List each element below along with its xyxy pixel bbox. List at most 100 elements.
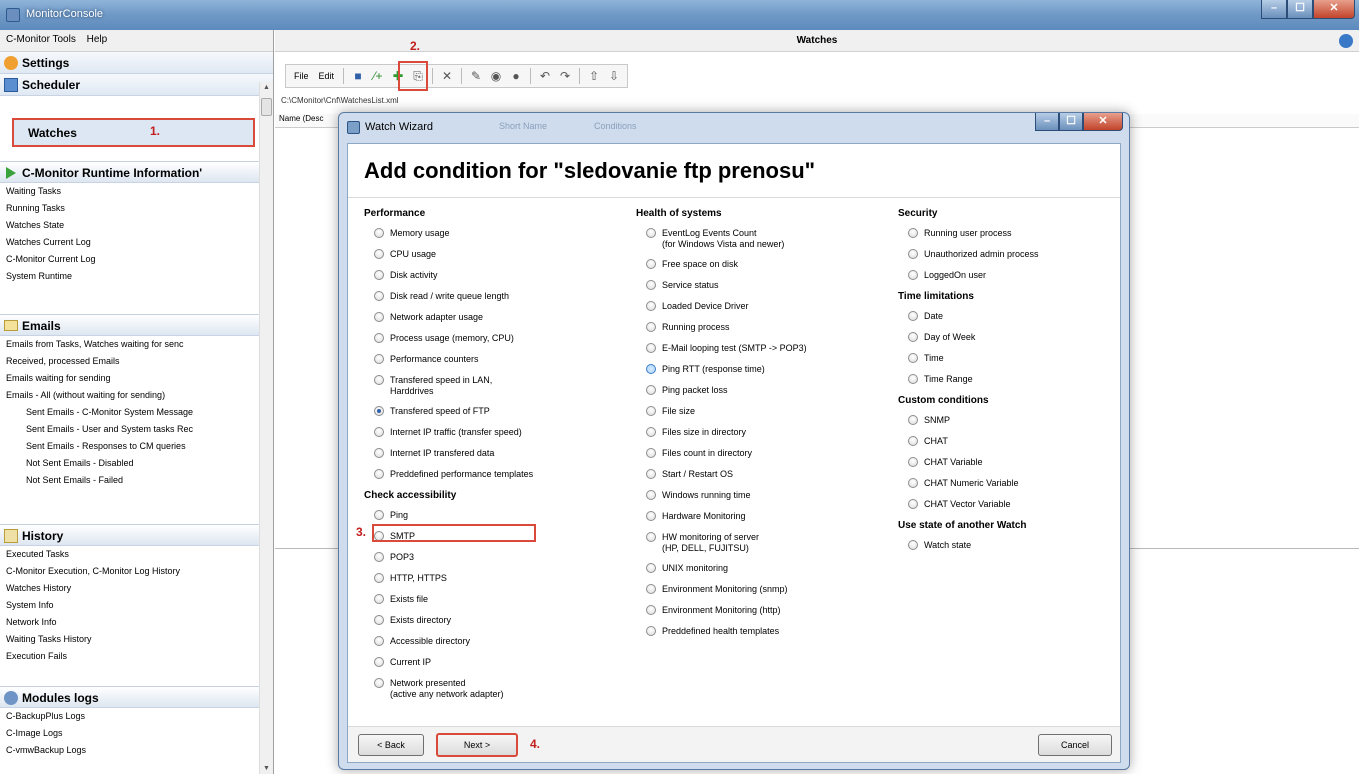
option-unauthorized-admin-process[interactable]: Unauthorized admin process: [898, 249, 1118, 261]
nav-watches-current-log[interactable]: Watches Current Log: [0, 234, 262, 251]
option-e-mail-looping-test-smtp-pop3[interactable]: E-Mail looping test (SMTP -> POP3): [636, 343, 886, 355]
option-environment-monitoring-snmp[interactable]: Environment Monitoring (snmp): [636, 584, 886, 596]
nav-network-info[interactable]: Network Info: [0, 614, 262, 631]
option-pop3[interactable]: POP3: [364, 552, 634, 564]
radio-button[interactable]: [908, 374, 918, 384]
option-time[interactable]: Time: [898, 353, 1118, 365]
radio-button[interactable]: [646, 448, 656, 458]
radio-button[interactable]: [374, 270, 384, 280]
radio-button[interactable]: [374, 249, 384, 259]
scroll-down-icon[interactable]: ▼: [263, 765, 270, 772]
option-snmp[interactable]: SNMP: [898, 415, 1118, 427]
radio-button[interactable]: [374, 636, 384, 646]
nav-system-runtime[interactable]: System Runtime: [0, 268, 262, 285]
nav-watches[interactable]: Watches: [12, 118, 255, 147]
nav-watches-state[interactable]: Watches State: [0, 217, 262, 234]
radio-button[interactable]: [908, 457, 918, 467]
add-watch-wizard-icon[interactable]: ⁄+: [369, 67, 387, 85]
modules-header[interactable]: Modules logs: [0, 686, 262, 708]
nav-executed-tasks[interactable]: Executed Tasks: [0, 546, 262, 563]
radio-button[interactable]: [374, 228, 384, 238]
option-date[interactable]: Date: [898, 311, 1118, 323]
radio-button[interactable]: [646, 259, 656, 269]
left-scrollbar[interactable]: ▲ ▼: [259, 82, 273, 774]
option-hardware-monitoring[interactable]: Hardware Monitoring: [636, 511, 886, 523]
option-files-size-in-directory[interactable]: Files size in directory: [636, 427, 886, 439]
option-accessible-directory[interactable]: Accessible directory: [364, 636, 634, 648]
emails-header[interactable]: Emails: [0, 314, 262, 336]
option-unix-monitoring[interactable]: UNIX monitoring: [636, 563, 886, 575]
radio-button[interactable]: [646, 280, 656, 290]
nav-scheduler[interactable]: Scheduler: [0, 74, 273, 96]
radio-button[interactable]: [908, 270, 918, 280]
option-chat[interactable]: CHAT: [898, 436, 1118, 448]
option-environment-monitoring-http[interactable]: Environment Monitoring (http): [636, 605, 886, 617]
save-icon[interactable]: ■: [349, 67, 367, 85]
option-internet-ip-traffic-transfer-speed[interactable]: Internet IP traffic (transfer speed): [364, 427, 634, 439]
radio-button[interactable]: [646, 511, 656, 521]
back-button[interactable]: < Back: [358, 734, 424, 756]
radio-button[interactable]: [374, 469, 384, 479]
option-day-of-week[interactable]: Day of Week: [898, 332, 1118, 344]
radio-button[interactable]: [908, 311, 918, 321]
radio-button[interactable]: [908, 540, 918, 550]
radio-button[interactable]: [646, 228, 656, 238]
option-loggedon-user[interactable]: LoggedOn user: [898, 270, 1118, 282]
option-running-user-process[interactable]: Running user process: [898, 228, 1118, 240]
menu-cmonitor-tools[interactable]: C-Monitor Tools: [6, 34, 76, 45]
radio-button[interactable]: [646, 343, 656, 353]
option-eventlog-events-count[interactable]: EventLog Events Count (for Windows Vista…: [636, 228, 886, 250]
menu-file[interactable]: File: [290, 71, 313, 81]
radio-button[interactable]: [646, 322, 656, 332]
option-cpu-usage[interactable]: CPU usage: [364, 249, 634, 261]
option-exists-directory[interactable]: Exists directory: [364, 615, 634, 627]
nav-sent-user[interactable]: Sent Emails - User and System tasks Rec: [0, 421, 262, 438]
option-chat-variable[interactable]: CHAT Variable: [898, 457, 1118, 469]
nav-cimage-logs[interactable]: C-Image Logs: [0, 725, 262, 742]
dialog-close-button[interactable]: ✕: [1083, 113, 1123, 131]
dialog-maximize-button[interactable]: ☐: [1059, 113, 1083, 131]
option-free-space-on-disk[interactable]: Free space on disk: [636, 259, 886, 271]
nav-not-sent-failed[interactable]: Not Sent Emails - Failed: [0, 472, 262, 489]
move-up-icon[interactable]: ⇧: [585, 67, 603, 85]
radio-button[interactable]: [374, 573, 384, 583]
radio-button[interactable]: [908, 499, 918, 509]
radio-button[interactable]: [908, 332, 918, 342]
radio-button[interactable]: [646, 406, 656, 416]
option-preddefined-health-templates[interactable]: Preddefined health templates: [636, 626, 886, 638]
option-windows-running-time[interactable]: Windows running time: [636, 490, 886, 502]
history-header[interactable]: History: [0, 524, 262, 546]
radio-button[interactable]: [908, 228, 918, 238]
disable-icon[interactable]: ●: [507, 67, 525, 85]
option-performance-counters[interactable]: Performance counters: [364, 354, 634, 366]
radio-button[interactable]: [374, 312, 384, 322]
nav-settings[interactable]: Settings: [0, 52, 273, 74]
option-transfered-speed-in-lan[interactable]: Transfered speed in LAN, Harddrives: [364, 375, 634, 397]
option-files-count-in-directory[interactable]: Files count in directory: [636, 448, 886, 460]
scroll-up-icon[interactable]: ▲: [263, 84, 270, 91]
option-http-https[interactable]: HTTP, HTTPS: [364, 573, 634, 585]
option-internet-ip-transfered-data[interactable]: Internet IP transfered data: [364, 448, 634, 460]
nav-waiting-tasks-history[interactable]: Waiting Tasks History: [0, 631, 262, 648]
radio-button[interactable]: [374, 406, 384, 416]
nav-emails-waiting[interactable]: Emails from Tasks, Watches waiting for s…: [0, 336, 262, 353]
radio-button[interactable]: [374, 615, 384, 625]
undo-icon[interactable]: ↶: [536, 67, 554, 85]
nav-execution-fails[interactable]: Execution Fails: [0, 648, 262, 665]
redo-icon[interactable]: ↷: [556, 67, 574, 85]
enable-icon[interactable]: ◉: [487, 67, 505, 85]
nav-cbackupplus-logs[interactable]: C-BackupPlus Logs: [0, 708, 262, 725]
menu-help[interactable]: Help: [87, 34, 108, 45]
maximize-button[interactable]: ☐: [1287, 0, 1313, 19]
option-disk-read-write-queue-length[interactable]: Disk read / write queue length: [364, 291, 634, 303]
option-memory-usage[interactable]: Memory usage: [364, 228, 634, 240]
radio-button[interactable]: [374, 678, 384, 688]
radio-button[interactable]: [646, 605, 656, 615]
option-chat-vector-variable[interactable]: CHAT Vector Variable: [898, 499, 1118, 511]
nav-running-tasks[interactable]: Running Tasks: [0, 200, 262, 217]
runtime-header[interactable]: C-Monitor Runtime Information': [0, 161, 262, 183]
minimize-button[interactable]: –: [1261, 0, 1287, 19]
radio-button[interactable]: [646, 563, 656, 573]
next-button[interactable]: Next >: [436, 733, 518, 757]
close-button[interactable]: ✕: [1313, 0, 1355, 19]
